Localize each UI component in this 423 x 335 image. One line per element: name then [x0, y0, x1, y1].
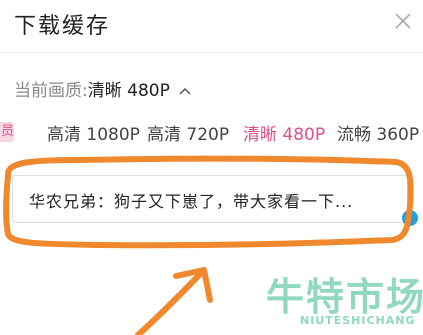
watermark-english: NIUTESHICHANG	[300, 314, 416, 327]
quality-option-480p[interactable]: 清晰 480P	[243, 120, 325, 145]
watermark-chinese: 牛特市场	[266, 275, 423, 319]
header: 下载缓存	[0, 0, 423, 50]
header-divider	[0, 52, 423, 53]
quality-option-1080p[interactable]: 高清 1080P	[47, 120, 140, 145]
chevron-up-icon[interactable]	[179, 86, 191, 96]
quality-option-360p[interactable]: 流畅 360P	[337, 120, 419, 145]
quality-selector[interactable]: 当前画质:清晰 480P	[14, 76, 191, 102]
video-item[interactable]: 华农兄弟：狗子又下崽了，带大家看一下...	[12, 175, 408, 223]
quality-prefix-label: 当前画质:	[14, 81, 88, 101]
video-title: 华农兄弟：狗子又下崽了，带大家看一下...	[29, 192, 354, 211]
quality-options: 员 高清 1080P 高清 720P 清晰 480P 流畅 360P	[0, 117, 423, 147]
page-title: 下载缓存	[14, 14, 111, 39]
watermark: 牛特市场 NIUTESHICHANG	[264, 266, 423, 332]
current-quality-label: 清晰 480P	[87, 81, 170, 101]
quality-option-720p[interactable]: 高清 720P	[147, 120, 229, 145]
close-icon[interactable]	[394, 12, 412, 30]
scroll-indicator	[402, 210, 418, 226]
vip-badge: 员	[0, 122, 14, 142]
